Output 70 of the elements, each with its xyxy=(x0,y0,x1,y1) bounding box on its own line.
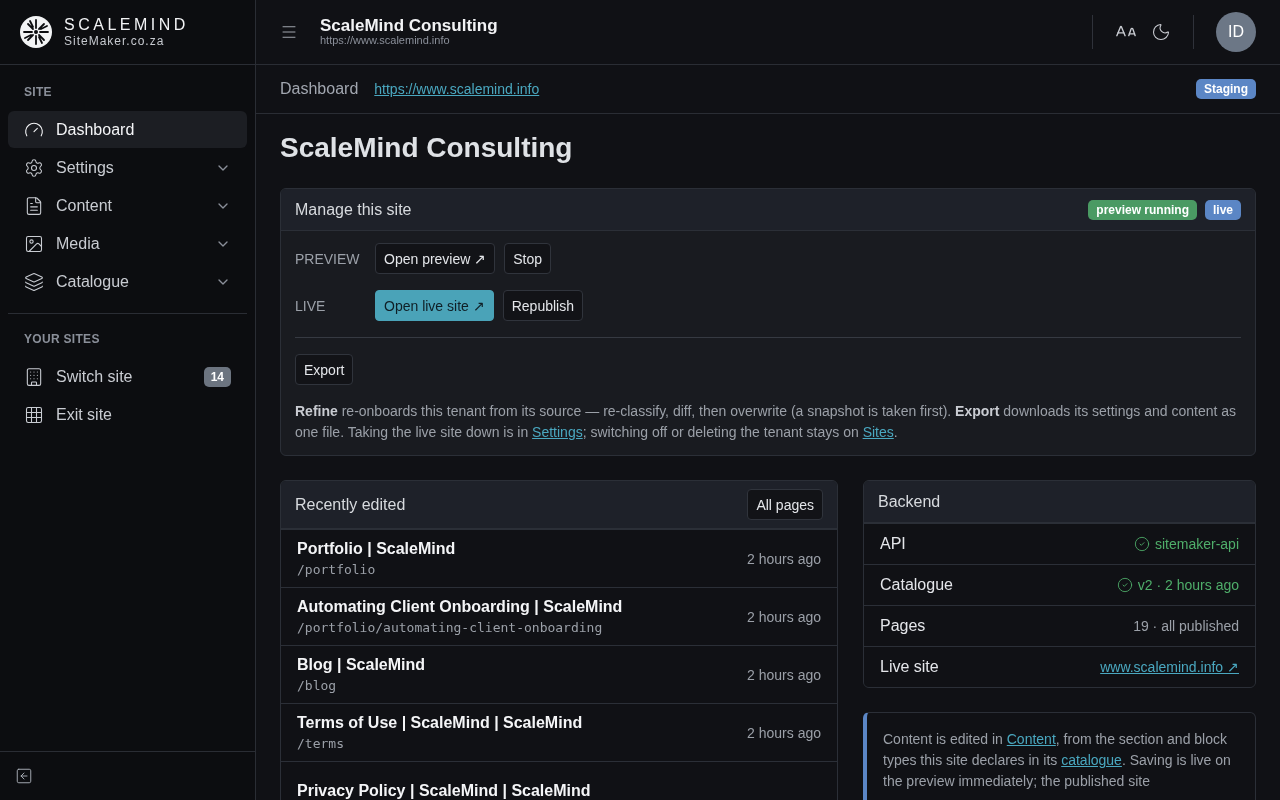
text-link[interactable]: catalogue xyxy=(1061,752,1122,768)
site-title: ScaleMind Consulting xyxy=(320,17,499,36)
export-button[interactable]: Export xyxy=(295,354,354,385)
row-label: PREVIEW xyxy=(295,250,361,267)
page-title-text: Terms of Use | ScaleMind | ScaleMind xyxy=(297,714,584,732)
status-badge: preview running xyxy=(1088,199,1197,220)
edited-time: 2 hours ago xyxy=(747,724,821,741)
section-heading: YOUR SITES xyxy=(23,332,101,346)
check-circle-icon xyxy=(1116,577,1133,593)
edited-time: 2 hours ago xyxy=(747,666,821,683)
section-heading: SITE xyxy=(23,85,53,99)
action-button[interactable]: Stop xyxy=(504,243,552,274)
brand-domain: SiteMaker.co.za xyxy=(64,35,166,47)
text-link[interactable]: Content xyxy=(1006,731,1056,747)
card-title: Manage this site xyxy=(295,200,413,219)
page-row[interactable]: Blog | ScaleMind /blog 2 hours ago xyxy=(281,645,837,703)
backend-value: 19 · all published xyxy=(1133,618,1239,634)
action-button[interactable]: Open preview ↗ xyxy=(375,243,496,274)
page-row[interactable]: Automating Client Onboarding | ScaleMind /portfolio/automating-client-onboarding 2 hours ago xyxy=(281,587,837,645)
page-title-text: Portfolio | ScaleMind xyxy=(297,540,457,558)
breadcrumb-label: Dashboard xyxy=(280,80,359,98)
collapse-sidebar-button[interactable] xyxy=(15,767,33,785)
backend-label: Live site xyxy=(880,658,939,676)
site-url: https://www.scalemind.info xyxy=(320,35,451,47)
card-title: Backend xyxy=(878,492,942,511)
page-path: /portfolio xyxy=(297,562,377,577)
status-badge: live xyxy=(1205,199,1241,220)
page-title-text: Privacy Policy | ScaleMind | ScaleMind xyxy=(297,781,592,800)
sidebar-item[interactable]: Settings xyxy=(8,149,247,186)
info-text: Content is edited in Content, from the section and block types this site declares in its catalogue. Saving is live on the preview immediately; the published site xyxy=(883,730,1232,791)
site-link[interactable]: https://www.scalemind.info xyxy=(374,81,540,97)
brand-name: SCALEMIND xyxy=(64,17,189,33)
help-text: Refine re-onboards this tenant from its source — re-classify, diff, then overwrite (a snapshot is taken first). Export downloads its settings and content as one file. Taking the live site down is in Settings; switching off or deleting the tenant stays on Sites. xyxy=(295,402,1238,442)
menu-button[interactable] xyxy=(280,23,298,41)
action-button[interactable]: Republish xyxy=(502,290,583,321)
page-title-text: Automating Client Onboarding | ScaleMind xyxy=(297,598,624,616)
action-button[interactable]: Open live site ↗ xyxy=(375,290,494,321)
dark-mode-button[interactable] xyxy=(1151,22,1171,42)
sidebar-item[interactable]: Media xyxy=(8,225,247,262)
page-path: /blog xyxy=(297,678,338,693)
row-label: LIVE xyxy=(295,297,327,314)
page-path: /terms xyxy=(297,736,345,751)
page-path: /portfolio/automating-client-onboarding xyxy=(297,620,604,635)
sidebar-item[interactable]: Exit site xyxy=(8,396,247,433)
backend-label: Pages xyxy=(880,617,926,635)
page-title-text: Blog | ScaleMind xyxy=(297,656,427,674)
page-row[interactable]: Privacy Policy | ScaleMind | ScaleMind xyxy=(281,761,837,800)
page-row[interactable]: Portfolio | ScaleMind /portfolio 2 hours ago xyxy=(281,529,837,587)
user-avatar[interactable]: ID xyxy=(1216,12,1256,52)
text-link[interactable]: Settings xyxy=(532,424,583,440)
check-circle-icon xyxy=(1133,536,1150,552)
sidebar-item[interactable]: Content xyxy=(8,187,247,224)
backend-label: Catalogue xyxy=(880,576,953,594)
environment-badge: Staging xyxy=(1196,79,1256,99)
edited-time: 2 hours ago xyxy=(747,550,821,567)
live-site-link[interactable]: www.scalemind.info ↗ xyxy=(1100,659,1239,675)
backend-label: API xyxy=(880,535,906,553)
count-badge: 14 xyxy=(203,366,231,387)
sidebar-item[interactable]: Catalogue xyxy=(8,263,247,300)
page-title: ScaleMind Consulting xyxy=(280,132,574,164)
sidebar-item[interactable]: Dashboard xyxy=(8,111,247,148)
card-title: Recently edited xyxy=(295,495,407,514)
text-link[interactable]: Sites xyxy=(862,424,894,440)
backend-value: v2 · 2 hours ago xyxy=(1116,577,1239,593)
logo-icon xyxy=(20,16,52,48)
edited-time: 2 hours ago xyxy=(747,608,821,625)
all-pages-button[interactable]: All pages xyxy=(747,489,823,520)
sidebar-item[interactable]: Switch site 14 xyxy=(8,358,247,395)
backend-value: sitemaker-api xyxy=(1133,536,1239,552)
page-row[interactable]: Terms of Use | ScaleMind | ScaleMind /terms 2 hours ago xyxy=(281,703,837,761)
